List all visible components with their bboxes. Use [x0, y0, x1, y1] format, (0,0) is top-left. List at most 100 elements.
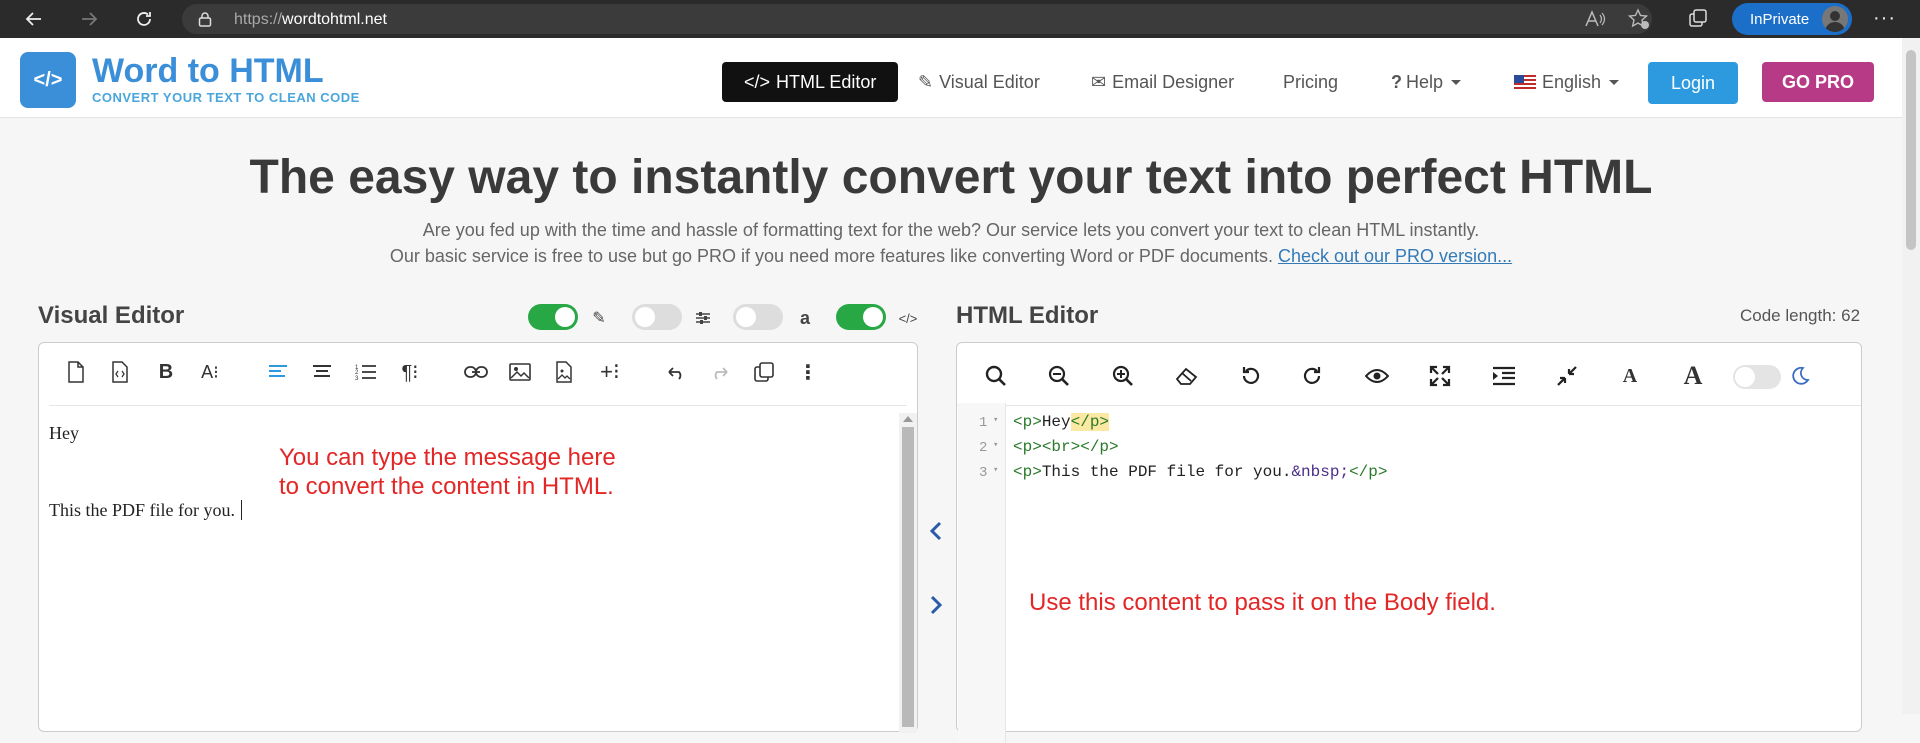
- moon-icon[interactable]: [1785, 361, 1815, 391]
- toggle-amazon[interactable]: [733, 304, 783, 330]
- html-editor-title: HTML Editor: [956, 302, 1099, 329]
- sliders-icon: [692, 307, 714, 329]
- zoom-in-icon[interactable]: [1108, 361, 1138, 391]
- address-bar[interactable]: https://wordtohtml.net: [182, 4, 1652, 34]
- chevron-down-icon: [1609, 79, 1620, 85]
- visual-editor-content[interactable]: Hey This the PDF file for you.: [49, 423, 242, 521]
- hero-description: Are you fed up with the time and hassle …: [422, 220, 1480, 240]
- fold-icon[interactable]: ▾: [993, 440, 998, 450]
- logo-title[interactable]: Word to HTML: [92, 52, 324, 91]
- svg-text:3: 3: [355, 376, 359, 381]
- toggle-sliders[interactable]: [632, 304, 682, 330]
- back-icon[interactable]: [20, 5, 48, 33]
- content-blank-line: [49, 444, 242, 500]
- nav-email-designer[interactable]: ✉ Email Designer: [1091, 62, 1234, 102]
- page-scrollbar[interactable]: [1902, 38, 1920, 714]
- toolbar-divider: [49, 405, 907, 406]
- text-cursor: [241, 500, 242, 520]
- undo-icon[interactable]: [1235, 361, 1265, 391]
- fullscreen-icon[interactable]: [1425, 361, 1455, 391]
- amazon-icon: a: [799, 307, 810, 328]
- font-larger-icon[interactable]: A: [1678, 361, 1708, 391]
- inprivate-badge[interactable]: InPrivate: [1732, 3, 1852, 35]
- chevron-right-icon[interactable]: [924, 590, 948, 620]
- code-view-icon[interactable]: [105, 357, 135, 387]
- minimize-icon[interactable]: [1552, 361, 1582, 391]
- new-document-icon[interactable]: [61, 357, 91, 387]
- refresh-icon[interactable]: [130, 5, 158, 33]
- toolbar-divider: [957, 405, 1861, 406]
- us-flag-icon: [1514, 75, 1536, 89]
- search-icon[interactable]: [981, 361, 1011, 391]
- image-icon[interactable]: [505, 357, 535, 387]
- indent-icon[interactable]: [1489, 361, 1519, 391]
- nav-visual-editor[interactable]: ✎ Visual Editor: [918, 62, 1040, 102]
- scrollbar-thumb[interactable]: [1906, 50, 1916, 250]
- content-line: Hey: [49, 423, 79, 443]
- align-center-icon[interactable]: [307, 357, 337, 387]
- align-left-icon[interactable]: [263, 357, 293, 387]
- favorites-icon[interactable]: [1626, 6, 1652, 32]
- redo-icon[interactable]: [705, 357, 735, 387]
- zoom-out-icon[interactable]: [1044, 361, 1074, 391]
- code-line[interactable]: <p>This the PDF file for you.&nbsp;</p>: [1013, 463, 1387, 481]
- fold-icon[interactable]: ▾: [993, 415, 998, 425]
- collections-icon[interactable]: [1685, 6, 1711, 32]
- edit-icon: ✎: [918, 71, 934, 92]
- insert-more-icon[interactable]: +⁝: [595, 357, 625, 387]
- line-number: 1: [979, 415, 988, 431]
- ordered-list-icon[interactable]: 123: [351, 357, 381, 387]
- logo-subtitle: CONVERT YOUR TEXT TO CLEAN CODE: [92, 90, 360, 105]
- login-button[interactable]: Login: [1648, 62, 1738, 104]
- scrollbar-thumb[interactable]: [902, 427, 914, 727]
- chevron-left-icon[interactable]: [924, 516, 948, 546]
- nav-language[interactable]: English: [1514, 62, 1620, 102]
- scroll-up-icon[interactable]: [903, 416, 913, 422]
- preview-icon[interactable]: [1362, 361, 1392, 391]
- eraser-icon[interactable]: [1172, 361, 1202, 391]
- toggle-code[interactable]: [836, 304, 886, 330]
- fold-icon[interactable]: ▾: [993, 465, 998, 475]
- forward-icon[interactable]: [75, 5, 103, 33]
- bold-icon[interactable]: B: [151, 357, 181, 387]
- undo-icon[interactable]: [661, 357, 691, 387]
- read-aloud-icon[interactable]: [1582, 6, 1608, 32]
- more-menu-icon[interactable]: ···: [1873, 7, 1896, 30]
- code-line[interactable]: <p><br></p>: [1013, 438, 1119, 456]
- dark-mode-toggle[interactable]: [1733, 365, 1781, 389]
- code-icon: </>: [744, 71, 771, 92]
- nav-pricing[interactable]: Pricing: [1283, 62, 1338, 102]
- copy-icon[interactable]: [749, 357, 779, 387]
- chevron-down-icon: [1451, 79, 1462, 85]
- go-pro-button[interactable]: GO PRO: [1762, 62, 1874, 102]
- site-header: </> Word to HTML CONVERT YOUR TEXT TO CL…: [0, 38, 1902, 118]
- image-file-icon[interactable]: [549, 357, 579, 387]
- code-line[interactable]: <p>Hey</p>: [1013, 413, 1110, 431]
- paragraph-icon[interactable]: ¶⁝: [395, 357, 425, 387]
- html-editor-panel: A A 1 2 3 ▾ ▾ ▾ <p>Hey</p> <p><br></p> <…: [956, 342, 1862, 743]
- annotation-left: You can type the message here to convert…: [279, 444, 616, 500]
- link-icon[interactable]: [461, 357, 491, 387]
- editor-scrollbar[interactable]: [899, 413, 917, 733]
- font-smaller-icon[interactable]: A: [1615, 361, 1645, 391]
- nav-help[interactable]: ? Help: [1391, 62, 1462, 102]
- envelope-icon: ✉: [1091, 71, 1107, 92]
- hero-description-2: Our basic service is free to use but go …: [389, 246, 1513, 266]
- redo-icon[interactable]: [1298, 361, 1328, 391]
- code-length: Code length: 62: [1740, 306, 1861, 325]
- visual-editor-title: Visual Editor: [38, 302, 185, 329]
- annotation-right: Use this content to pass it on the Body …: [1029, 589, 1496, 616]
- nav-html-editor[interactable]: </> HTML Editor: [722, 62, 899, 102]
- pro-version-link[interactable]: Check out our PRO version...: [1278, 246, 1512, 266]
- more-vertical-icon[interactable]: ⋮: [793, 357, 823, 387]
- line-number: 3: [979, 465, 988, 481]
- code-icon: </>: [898, 310, 918, 326]
- edit-icon: ✎: [592, 310, 606, 327]
- line-number: 2: [979, 440, 988, 456]
- logo-icon[interactable]: </>: [20, 52, 76, 108]
- browser-toolbar: https://wordtohtml.net InPrivate ···: [0, 0, 1920, 38]
- toggle-edit[interactable]: [528, 304, 578, 330]
- lock-icon: [198, 11, 212, 27]
- font-size-icon[interactable]: A⁝: [195, 357, 225, 387]
- page-title: The easy way to instantly convert your t…: [249, 151, 1653, 204]
